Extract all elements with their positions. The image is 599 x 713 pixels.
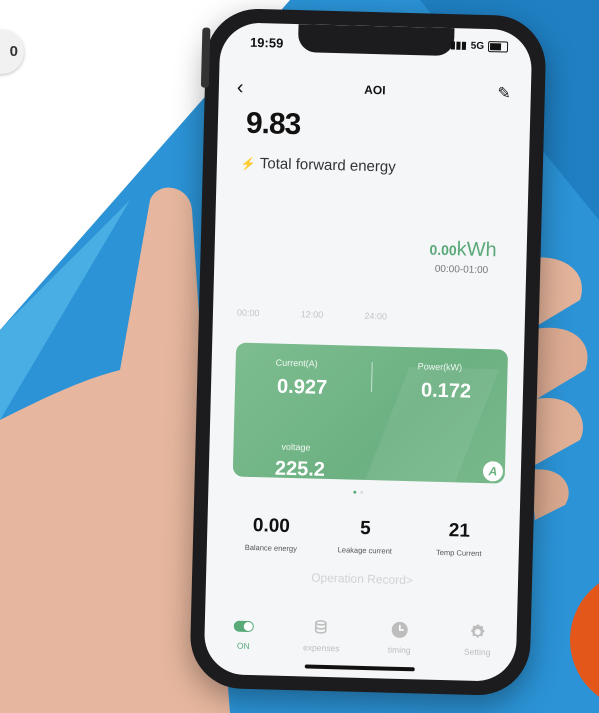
network-label: 5G (470, 40, 485, 52)
voltage-value: 225.2 (274, 457, 326, 481)
stat-label: Balance energy (244, 542, 298, 554)
card-divider (370, 362, 373, 393)
current-label: Current(A) (275, 357, 318, 369)
total-energy-label: ⚡ Total forward energy (241, 155, 396, 176)
tab-bar: ON expenses timing Setting (204, 616, 517, 658)
page-title: AOI (364, 82, 386, 98)
axis-tick: 00:00 (236, 307, 260, 319)
a-badge-icon[interactable]: A (482, 461, 504, 482)
stats-row: 0.00 Balance energy 5 Leakage current 21… (225, 514, 506, 558)
tab-label: ON (236, 640, 250, 652)
tab-label: expenses (302, 642, 340, 654)
gear-icon (470, 623, 485, 638)
home-indicator[interactable] (304, 664, 415, 672)
phone: 19:59 ▮▮▮ 5G ‹ AOI ✎ 9.83 ⚡ Total forward… (189, 7, 547, 697)
toggle-icon (233, 620, 254, 632)
stat-value: 5 (359, 517, 371, 540)
page-dot-active (353, 490, 357, 494)
chart-summary-value: 0.00kWh (429, 238, 497, 263)
nav-bar: ‹ AOI ✎ (219, 76, 532, 108)
metrics-card[interactable]: Current(A) 0.927 Power(kW) 0.172 voltage… (232, 342, 509, 484)
stat-leakage-current: 5 Leakage current (319, 517, 412, 556)
clock-icon (391, 621, 408, 638)
tab-setting[interactable]: Setting (442, 622, 513, 658)
axis-tick: 24:00 (364, 310, 388, 322)
total-energy-value: 9.83 (245, 106, 301, 142)
status-indicators: ▮▮▮ 5G (450, 40, 509, 53)
stat-value: 21 (448, 520, 471, 542)
bolt-icon: ⚡ (240, 156, 257, 171)
coins-icon (314, 620, 327, 634)
power-value: 0.172 (420, 379, 472, 403)
axis-tick: 12:00 (300, 309, 324, 320)
page-indicator (353, 490, 364, 494)
tab-label: timing (387, 644, 411, 656)
operation-record-link[interactable]: Operation Record> (206, 568, 518, 590)
tab-on[interactable]: ON (208, 616, 279, 652)
status-time: 19:59 (249, 34, 284, 51)
chart-time-range: 00:00-01:00 (434, 263, 489, 277)
current-value: 0.927 (276, 375, 328, 399)
chart-axis: 00:00 12:00 24:00 (237, 308, 387, 322)
tab-timing[interactable]: timing (364, 620, 435, 656)
battery-icon (487, 41, 509, 53)
stat-value: 0.00 (252, 515, 291, 538)
side-button (200, 27, 211, 88)
stat-temp-current: 21 Temp Current (413, 519, 506, 558)
voltage-label: voltage (281, 441, 311, 453)
phone-screen: 19:59 ▮▮▮ 5G ‹ AOI ✎ 9.83 ⚡ Total forward… (203, 22, 533, 682)
edit-icon[interactable]: ✎ (497, 83, 511, 103)
chart-value: 0.00 (429, 241, 457, 259)
stat-balance-energy: 0.00 Balance energy (225, 514, 318, 553)
total-energy-text: Total forward energy (259, 155, 396, 176)
power-label: Power(kW) (417, 361, 463, 373)
signal-icon: ▮▮▮ (450, 40, 467, 52)
tab-expenses[interactable]: expenses (286, 618, 357, 654)
stat-label: Leakage current (337, 545, 393, 556)
page-dot (360, 490, 364, 494)
stat-label: Temp Current (435, 547, 482, 559)
notch (297, 24, 455, 57)
chart-unit: kWh (456, 238, 497, 262)
tab-label: Setting (463, 646, 491, 658)
